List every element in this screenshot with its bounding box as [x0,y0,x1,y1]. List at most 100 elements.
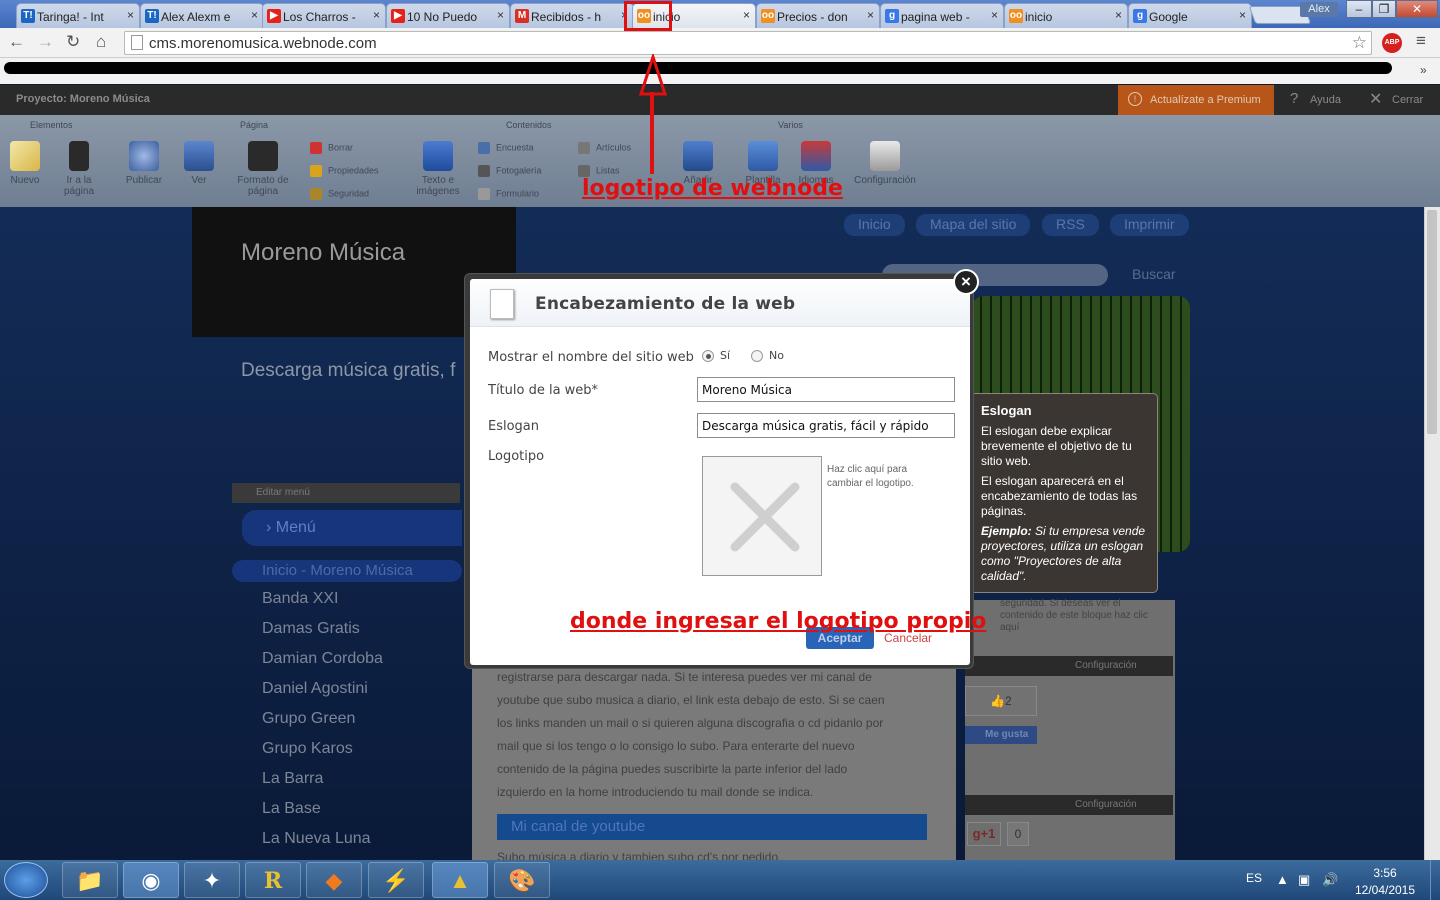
menu-item[interactable]: La Nueva Luna [262,830,371,848]
form-button[interactable]: Formulario [478,188,539,200]
radio-no[interactable] [751,350,763,362]
facebook-like-button[interactable]: Me gusta [965,726,1037,744]
menu-item[interactable]: Damian Cordoba [262,650,383,668]
dialog-close-button[interactable]: × [953,269,979,295]
tray-expand-icon[interactable]: ▲ [1276,872,1289,887]
home-icon[interactable]: ⌂ [96,32,106,52]
nav-rss[interactable]: RSS [1042,214,1099,236]
tab-close-icon[interactable]: × [743,8,750,22]
new-label: Nuevo [10,175,40,186]
premium-button[interactable]: ! Actualízate a Premium [1118,85,1274,115]
browser-tab[interactable]: ▶ Los Charros - × [262,3,386,28]
text-images-button[interactable]: Texto e imágenes [412,141,464,197]
page-format-button[interactable]: Formato de página [230,141,296,197]
menu-item[interactable]: Banda XXI [262,590,339,608]
menu-item[interactable]: La Barra [262,770,323,788]
tab-close-icon[interactable]: × [497,8,504,22]
logo-hint-link[interactable]: Haz clic aquí para cambiar el logotipo. [827,463,937,491]
profile-badge[interactable]: Alex [1300,2,1338,17]
tab-close-icon[interactable]: × [127,8,134,22]
bookmark-star-icon[interactable]: ☆ [1352,33,1367,53]
config-bar[interactable]: Configuración [965,795,1173,815]
site-search-button[interactable]: Buscar [1132,266,1176,282]
settings-button[interactable]: Configuración [850,141,920,186]
menu-item[interactable]: Grupo Green [262,710,355,728]
app-triangle-icon[interactable]: ▲ [432,862,488,898]
browser-tab[interactable]: oo inicio × [1004,3,1128,28]
help-icon[interactable]: ? [1290,90,1298,107]
explorer-icon[interactable]: 📁 [62,862,118,898]
menu-item[interactable]: Damas Gratis [262,620,360,638]
browser-tab[interactable]: T! Alex Alexm e × [140,3,264,28]
clock[interactable]: 3:56 12/04/2015 [1350,865,1420,899]
nav-sitemap[interactable]: Mapa del sitio [916,214,1031,236]
show-desktop-button[interactable] [1430,860,1440,900]
menu-icon[interactable]: ≡ [1416,31,1426,51]
new-button[interactable]: Nuevo [6,141,44,186]
tooltip-text: El eslogan aparecerá en el encabezamient… [981,474,1138,518]
close-link[interactable]: Cerrar [1392,94,1423,106]
browser-tab[interactable]: T! Taringa! - Int × [16,3,140,28]
chrome-icon[interactable]: ◉ [123,862,179,898]
publish-button[interactable]: Publicar [120,141,168,186]
slogan-input[interactable]: Descarga música gratis, fácil y rápido [697,413,955,438]
help-link[interactable]: Ayuda [1310,94,1341,106]
poll-button[interactable]: Encuesta [478,142,534,154]
articles-button[interactable]: Artículos [578,142,631,154]
radio-yes-label[interactable]: Sí [720,349,730,362]
forward-icon[interactable]: → [37,32,54,52]
logo-upload-box[interactable] [702,456,822,576]
nav-home[interactable]: Inicio [844,214,905,236]
minimize-button[interactable]: – [1346,0,1372,18]
volume-icon[interactable]: 🔊 [1322,872,1338,888]
window-close-button[interactable]: ✕ [1396,0,1438,18]
paint-icon[interactable]: 🎨 [494,862,550,898]
url-text[interactable]: cms.morenomusica.webnode.com [149,35,377,52]
browser-tab[interactable]: g Google × [1128,3,1252,28]
delete-button[interactable]: Borrar [310,142,353,154]
address-bar[interactable]: cms.morenomusica.webnode.com ☆ [124,31,1372,55]
adblock-icon[interactable]: ABP [1382,33,1402,53]
app-orange-icon[interactable]: ◆ [306,862,362,898]
title-input[interactable]: Moreno Música [697,377,955,402]
close-x-icon[interactable]: ✕ [1369,89,1382,109]
nav-print[interactable]: Imprimir [1110,214,1189,236]
menu-item[interactable]: Daniel Agostini [262,680,368,698]
tab-close-icon[interactable]: × [867,8,874,22]
browser-tab[interactable]: ▶ 10 No Puedo × [386,3,510,28]
bookmarks-more[interactable]: » [1420,63,1427,77]
gallery-button[interactable]: Fotogalería [478,165,542,177]
tab-close-icon[interactable]: × [1239,8,1246,22]
browser-tab[interactable]: oo Precios - don × [756,3,880,28]
app-r-icon[interactable]: R [245,862,301,898]
goto-page-button[interactable]: Ir a la página [56,141,102,197]
back-icon[interactable]: ← [8,32,25,52]
tab-close-icon[interactable]: × [251,8,258,22]
properties-button[interactable]: Propiedades [310,165,379,177]
menu-item[interactable]: Grupo Karos [262,740,353,758]
site-name: Moreno Música [241,239,406,266]
app-icon[interactable]: ✦ [184,862,240,898]
start-button[interactable] [4,862,48,898]
security-button[interactable]: Seguridad [310,188,369,200]
tab-close-icon[interactable]: × [991,8,998,22]
menu-item[interactable]: La Base [262,800,321,818]
scrollbar-thumb[interactable] [1427,210,1437,434]
language-indicator[interactable]: ES [1246,871,1262,885]
config-bar[interactable]: Configuración [965,656,1173,676]
gplus-button[interactable]: g+1 [967,822,1001,846]
maximize-button[interactable]: ❐ [1372,0,1396,18]
tab-close-icon[interactable]: × [1115,8,1122,22]
network-icon[interactable]: ▣ [1298,872,1310,888]
menu-item-active[interactable]: Inicio - Moreno Música [232,560,462,582]
radio-yes[interactable] [702,350,714,362]
app-bolt-icon[interactable]: ⚡ [368,862,424,898]
tab-close-icon[interactable]: × [373,8,380,22]
browser-tab[interactable]: g pagina web - × [880,3,1004,28]
browser-tab[interactable]: M Recibidos - h × [510,3,634,28]
view-button[interactable]: Ver [180,141,218,186]
edit-menu-button[interactable]: Editar menú [232,483,460,503]
radio-no-label[interactable]: No [769,349,784,362]
reload-icon[interactable]: ↻ [66,32,80,52]
info-icon: ! [1128,92,1142,106]
